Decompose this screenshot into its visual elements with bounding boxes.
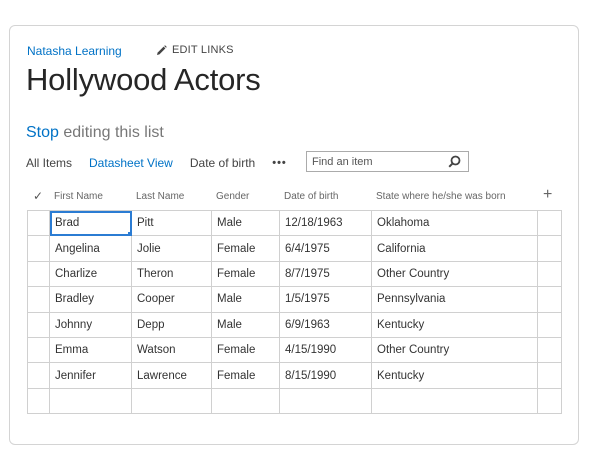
table-row[interactable]: Angelina Jolie Female 6/4/1975 California <box>27 235 562 262</box>
row-filler <box>537 235 562 262</box>
table-row[interactable]: Charlize Theron Female 8/7/1975 Other Countr… <box>27 260 562 288</box>
cell-first-name[interactable]: Johnny <box>49 311 132 338</box>
site-breadcrumb-link[interactable]: Natasha Learning <box>27 44 122 58</box>
row-selector[interactable] <box>27 336 50 364</box>
cell-state[interactable]: Kentucky <box>371 362 538 389</box>
row-selector[interactable] <box>27 387 50 415</box>
row-filler <box>537 260 562 288</box>
search-icon[interactable] <box>448 155 461 173</box>
cell-first-name[interactable]: Emma <box>49 336 132 364</box>
cell-date-of-birth[interactable]: 12/18/1963 <box>279 209 372 237</box>
cell-last-name[interactable] <box>131 387 212 415</box>
cell-gender[interactable]: Male <box>211 209 280 237</box>
row-filler <box>537 209 562 237</box>
cell-last-name[interactable]: Jolie <box>131 235 212 262</box>
row-filler <box>537 286 562 313</box>
cell-first-name[interactable] <box>49 387 132 415</box>
edit-links-button[interactable]: EDIT LINKS <box>156 44 234 56</box>
cell-first-name[interactable]: Charlize <box>49 260 132 288</box>
row-selector[interactable] <box>27 362 50 389</box>
cell-first-name[interactable]: Bradley <box>49 286 132 313</box>
select-all-checkmark[interactable]: ✓ <box>33 189 43 203</box>
cell-first-name[interactable]: Brad <box>49 209 132 237</box>
cell-state[interactable]: Kentucky <box>371 311 538 338</box>
cell-state[interactable]: California <box>371 235 538 262</box>
cell-first-name[interactable]: Jennifer <box>49 362 132 389</box>
search-box <box>306 151 469 172</box>
editing-text: editing this list <box>58 124 164 141</box>
cell-gender[interactable]: Male <box>211 311 280 338</box>
add-column-button[interactable]: + <box>543 186 552 204</box>
cell-last-name[interactable]: Lawrence <box>131 362 212 389</box>
cell-date-of-birth[interactable]: 8/7/1975 <box>279 260 372 288</box>
row-selector[interactable] <box>27 311 50 338</box>
view-switcher: All Items Datasheet View Date of birth •… <box>26 155 287 171</box>
row-filler <box>537 387 562 415</box>
cell-state[interactable]: Oklahoma <box>371 209 538 237</box>
cell-last-name[interactable]: Pitt <box>131 209 212 237</box>
cell-last-name[interactable]: Theron <box>131 260 212 288</box>
cell-gender[interactable] <box>211 387 280 415</box>
cell-state[interactable]: Other Country <box>371 336 538 364</box>
row-selector[interactable] <box>27 209 50 237</box>
search-input[interactable] <box>307 155 447 168</box>
table-row[interactable]: Brad Pitt Male 12/18/1963 Oklahoma <box>27 209 562 237</box>
view-datasheet[interactable]: Datasheet View <box>89 156 173 170</box>
cell-date-of-birth[interactable]: 6/4/1975 <box>279 235 372 262</box>
row-filler <box>537 336 562 364</box>
datasheet-grid: Brad Pitt Male 12/18/1963 Oklahoma Angelina Jo… <box>27 209 562 415</box>
cell-state[interactable]: Other Country <box>371 260 538 288</box>
cell-gender[interactable]: Female <box>211 362 280 389</box>
cell-first-name[interactable]: Angelina <box>49 235 132 262</box>
table-row[interactable] <box>27 387 562 415</box>
cell-last-name[interactable]: Depp <box>131 311 212 338</box>
row-selector[interactable] <box>27 286 50 313</box>
cell-last-name[interactable]: Watson <box>131 336 212 364</box>
row-filler <box>537 362 562 389</box>
table-row[interactable]: Bradley Cooper Male 1/5/1975 Pennsylvania <box>27 286 562 313</box>
row-filler <box>537 311 562 338</box>
column-header-state[interactable]: State where he/she was born <box>376 191 506 202</box>
cell-date-of-birth[interactable] <box>279 387 372 415</box>
column-header-first-name[interactable]: First Name <box>54 191 103 202</box>
edit-links-label: EDIT LINKS <box>172 44 234 56</box>
cell-state[interactable] <box>371 387 538 415</box>
cell-gender[interactable]: Female <box>211 260 280 288</box>
grid-header: ✓ First Name Last Name Gender Date of bi… <box>27 186 562 205</box>
page-title: Hollywood Actors <box>26 62 261 97</box>
view-date-of-birth[interactable]: Date of birth <box>190 156 255 170</box>
stop-editing-link[interactable]: Stop <box>26 124 59 141</box>
cell-date-of-birth[interactable]: 8/15/1990 <box>279 362 372 389</box>
column-header-gender[interactable]: Gender <box>216 191 249 202</box>
cell-date-of-birth[interactable]: 1/5/1975 <box>279 286 372 313</box>
table-row[interactable]: Emma Watson Female 4/15/1990 Other Country <box>27 336 562 364</box>
cell-gender[interactable]: Female <box>211 235 280 262</box>
table-row[interactable]: Jennifer Lawrence Female 8/15/1990 Kentucky <box>27 362 562 389</box>
cell-date-of-birth[interactable]: 6/9/1963 <box>279 311 372 338</box>
column-header-date-of-birth[interactable]: Date of birth <box>284 191 338 202</box>
stop-editing-bar: Stop editing this list <box>26 124 164 142</box>
row-selector[interactable] <box>27 235 50 262</box>
cell-gender[interactable]: Male <box>211 286 280 313</box>
cell-last-name[interactable]: Cooper <box>131 286 212 313</box>
view-all-items[interactable]: All Items <box>26 156 72 170</box>
cell-date-of-birth[interactable]: 4/15/1990 <box>279 336 372 364</box>
table-row[interactable]: Johnny Depp Male 6/9/1963 Kentucky <box>27 311 562 338</box>
row-selector[interactable] <box>27 260 50 288</box>
pencil-icon <box>156 44 167 56</box>
more-views-button[interactable]: ••• <box>272 157 287 169</box>
cell-state[interactable]: Pennsylvania <box>371 286 538 313</box>
column-header-last-name[interactable]: Last Name <box>136 191 184 202</box>
cell-gender[interactable]: Female <box>211 336 280 364</box>
